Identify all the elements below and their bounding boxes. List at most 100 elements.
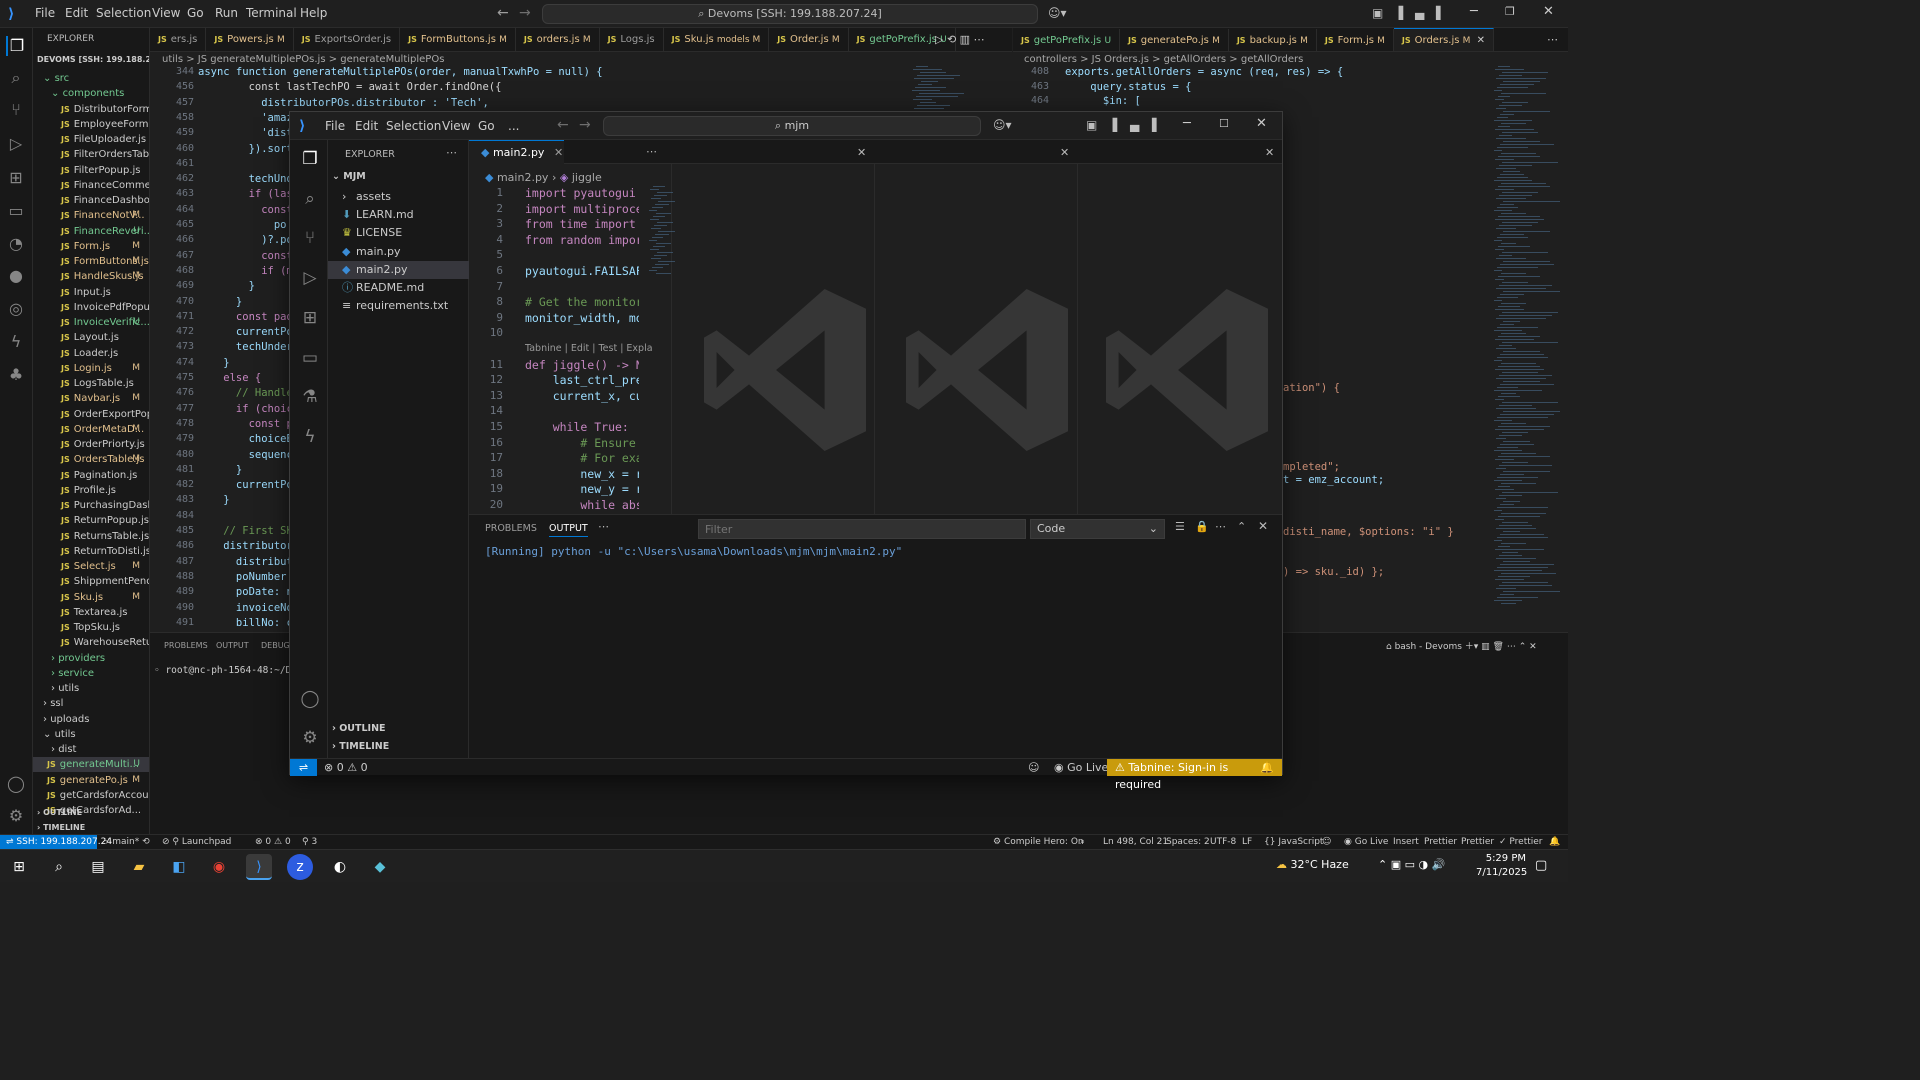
tree-item[interactable]: › utils	[33, 681, 149, 696]
windows-start-icon[interactable]: ⊞	[6, 854, 32, 880]
tree-item[interactable]: JS InvoiceVerific... U	[33, 315, 149, 330]
inner-tree-item[interactable]: ♛ LICENSE	[328, 224, 469, 242]
inner-back-arrow-icon[interactable]: ←	[557, 117, 569, 133]
clear-output-icon[interactable]: ☰	[1175, 520, 1185, 533]
go-live-button[interactable]: ◉ Go Live	[1344, 835, 1388, 850]
extensions-icon[interactable]: ⊞	[6, 168, 26, 188]
github-icon[interactable]: ●	[6, 266, 26, 286]
tree-item[interactable]: JSPurchasingDashbo...	[33, 498, 149, 513]
tree-item[interactable]: JS Loader.js	[33, 346, 149, 361]
app-icon-dark[interactable]: ◐	[327, 854, 353, 880]
inner-menu-view[interactable]: View	[442, 119, 470, 133]
restore-icon[interactable]: ❐	[1505, 5, 1515, 18]
problems-indicator[interactable]: ⊗ 0 ⚠ 0	[255, 835, 291, 850]
account-icon[interactable]: ◯	[6, 774, 26, 794]
prettier-1[interactable]: Prettier	[1424, 835, 1457, 850]
language-mode[interactable]: {} JavaScript	[1264, 835, 1323, 850]
tree-item[interactable]: JS TopSku.js	[33, 620, 149, 635]
explorer-icon[interactable]: ❐	[6, 36, 26, 56]
inner-copilot-icon[interactable]: ☺▾	[993, 118, 1012, 132]
tree-item[interactable]: ⌄ src	[33, 71, 149, 86]
tree-item[interactable]: JS FinanceNotV... M	[33, 208, 149, 223]
tree-item[interactable]: JS FileUploader.js	[33, 132, 149, 147]
tray-icons[interactable]: ⌃ ▣ ▭ ◑ 🔊	[1378, 858, 1445, 871]
layout-icon[interactable]: ▣	[1372, 6, 1383, 20]
tree-item[interactable]: JS Layout.js	[33, 330, 149, 345]
inner-maximize-icon[interactable]: ☐	[1219, 117, 1229, 130]
vscode-taskbar-icon[interactable]: ⟩	[246, 854, 272, 880]
inner-menu-more[interactable]: ...	[508, 119, 519, 133]
editor-tab[interactable]: JS Powers.js M	[206, 28, 294, 51]
copilot-icon[interactable]: ☺▾	[1048, 6, 1067, 20]
tree-item[interactable]: JS Pagination.js	[33, 468, 149, 483]
inner-copilot-status-icon[interactable]: ☺	[1028, 759, 1039, 776]
tree-item[interactable]: JS LogsTable.js	[33, 376, 149, 391]
tree-item[interactable]: JS HandleSkus.js M	[33, 269, 149, 284]
inner-thunder-icon[interactable]: ϟ	[299, 426, 321, 448]
tree-item[interactable]: JS Navbar.js M	[33, 391, 149, 406]
tree-item[interactable]: JS OrderPriorty.js	[33, 437, 149, 452]
inner-problems-indicator[interactable]: ⊗ 0 ⚠ 0	[324, 759, 368, 776]
output-running-line[interactable]: [Running] python -u "c:\Users\usama\Down…	[485, 545, 902, 558]
weather-widget[interactable]: ☁ 32°C Haze	[1276, 858, 1349, 871]
inner-forward-arrow-icon[interactable]: →	[579, 117, 591, 133]
tree-item[interactable]: JSOrderExportPopup.js	[33, 407, 149, 422]
toggle-secondary-sidebar-icon[interactable]: ▌	[1436, 6, 1445, 20]
tab-close-icon[interactable]: ✕	[1477, 35, 1485, 46]
timeline-icon[interactable]: ◔	[6, 234, 26, 254]
notifications-bell-icon[interactable]: 🔔	[1549, 835, 1560, 850]
menu-terminal[interactable]: Terminal	[246, 6, 297, 20]
inner-remote-icon-button[interactable]: ⇌	[290, 759, 317, 776]
chrome-icon[interactable]: ◉	[206, 854, 232, 880]
editor-tab[interactable]: JS orders.js M	[516, 28, 600, 51]
editor-tab[interactable]: JS backup.js M	[1229, 29, 1317, 51]
panel-tab-problems[interactable]: PROBLEMS	[164, 641, 208, 650]
search-icon[interactable]: ⌕	[6, 68, 26, 88]
inner-tab-main2[interactable]: ◆ main2.py ✕	[469, 140, 564, 164]
inner-menu-file[interactable]: File	[325, 119, 345, 133]
output-channel-select[interactable]: Code ⌄	[1030, 519, 1165, 539]
editor-tab[interactable]: JS Sku.js models M	[664, 28, 770, 51]
inner-explorer-icon[interactable]: ❐	[299, 148, 321, 170]
store-icon[interactable]: ◧	[166, 854, 192, 880]
menu-file[interactable]: File	[35, 6, 55, 20]
inner-menu-go[interactable]: Go	[478, 119, 495, 133]
inner-toggle-panel-icon[interactable]: ▄	[1130, 118, 1139, 132]
prettier-3[interactable]: ✓ Prettier	[1499, 835, 1543, 850]
inner-tree-item[interactable]: › assets	[328, 188, 469, 206]
tree-item[interactable]: JSFilterOrdersTable.js	[33, 147, 149, 162]
more-actions-icon[interactable]: ⋯	[1547, 33, 1558, 46]
inner-layout-icon[interactable]: ▣	[1086, 118, 1097, 132]
tree-item[interactable]: › dist	[33, 742, 149, 757]
editor-tab[interactable]: JS generatePo.js M	[1120, 29, 1229, 51]
maximize-panel-icon[interactable]: ⌃	[1237, 520, 1246, 533]
ports-indicator[interactable]: ⚲ 3	[302, 835, 317, 850]
tree-item[interactable]: ⌄ utils	[33, 727, 149, 742]
tree-item[interactable]: JS Select.js M	[33, 559, 149, 574]
inner-toggle-secondary-icon[interactable]: ▌	[1152, 118, 1161, 132]
tree-item[interactable]: JSShippmentPending...	[33, 574, 149, 589]
menu-edit[interactable]: Edit	[65, 6, 88, 20]
tree-item[interactable]: › providers	[33, 651, 149, 666]
inner-go-live-button[interactable]: ◉ Go Live	[1054, 759, 1108, 776]
tree-item[interactable]: JS Form.js M	[33, 239, 149, 254]
lock-scroll-icon[interactable]: 🔒	[1195, 520, 1209, 533]
tree-item[interactable]: JS Sku.js M	[33, 590, 149, 605]
editor-tab[interactable]: JS FormButtons.js M	[400, 28, 516, 51]
menu-help[interactable]: Help	[300, 6, 327, 20]
remote-explorer-icon[interactable]: ▭	[6, 201, 26, 221]
inner-source-control-icon[interactable]: ⑂	[299, 227, 321, 249]
tree-item[interactable]: JS ReturnsTable.js	[33, 529, 149, 544]
tree-item[interactable]: JSFinanceComments.js	[33, 178, 149, 193]
inner-workspace-root[interactable]: ⌄ MJM	[332, 171, 366, 182]
panel-tab-output[interactable]: OUTPUT	[216, 641, 249, 650]
empty-group-close-2[interactable]: ✕	[1060, 146, 1069, 159]
menu-go[interactable]: Go	[187, 6, 204, 20]
tree-item[interactable]: JS OrderMetaD... M	[33, 422, 149, 437]
inner-menu-selection[interactable]: Selection	[386, 119, 441, 133]
inner-search-icon-2[interactable]: ⌕	[299, 188, 321, 210]
tree-item[interactable]: › uploads	[33, 712, 149, 727]
inner-command-center[interactable]: ⌕ mjm	[603, 116, 981, 136]
tree-item[interactable]: JS Login.js M	[33, 361, 149, 376]
tree-item[interactable]: JSDistributorForm.js	[33, 102, 149, 117]
